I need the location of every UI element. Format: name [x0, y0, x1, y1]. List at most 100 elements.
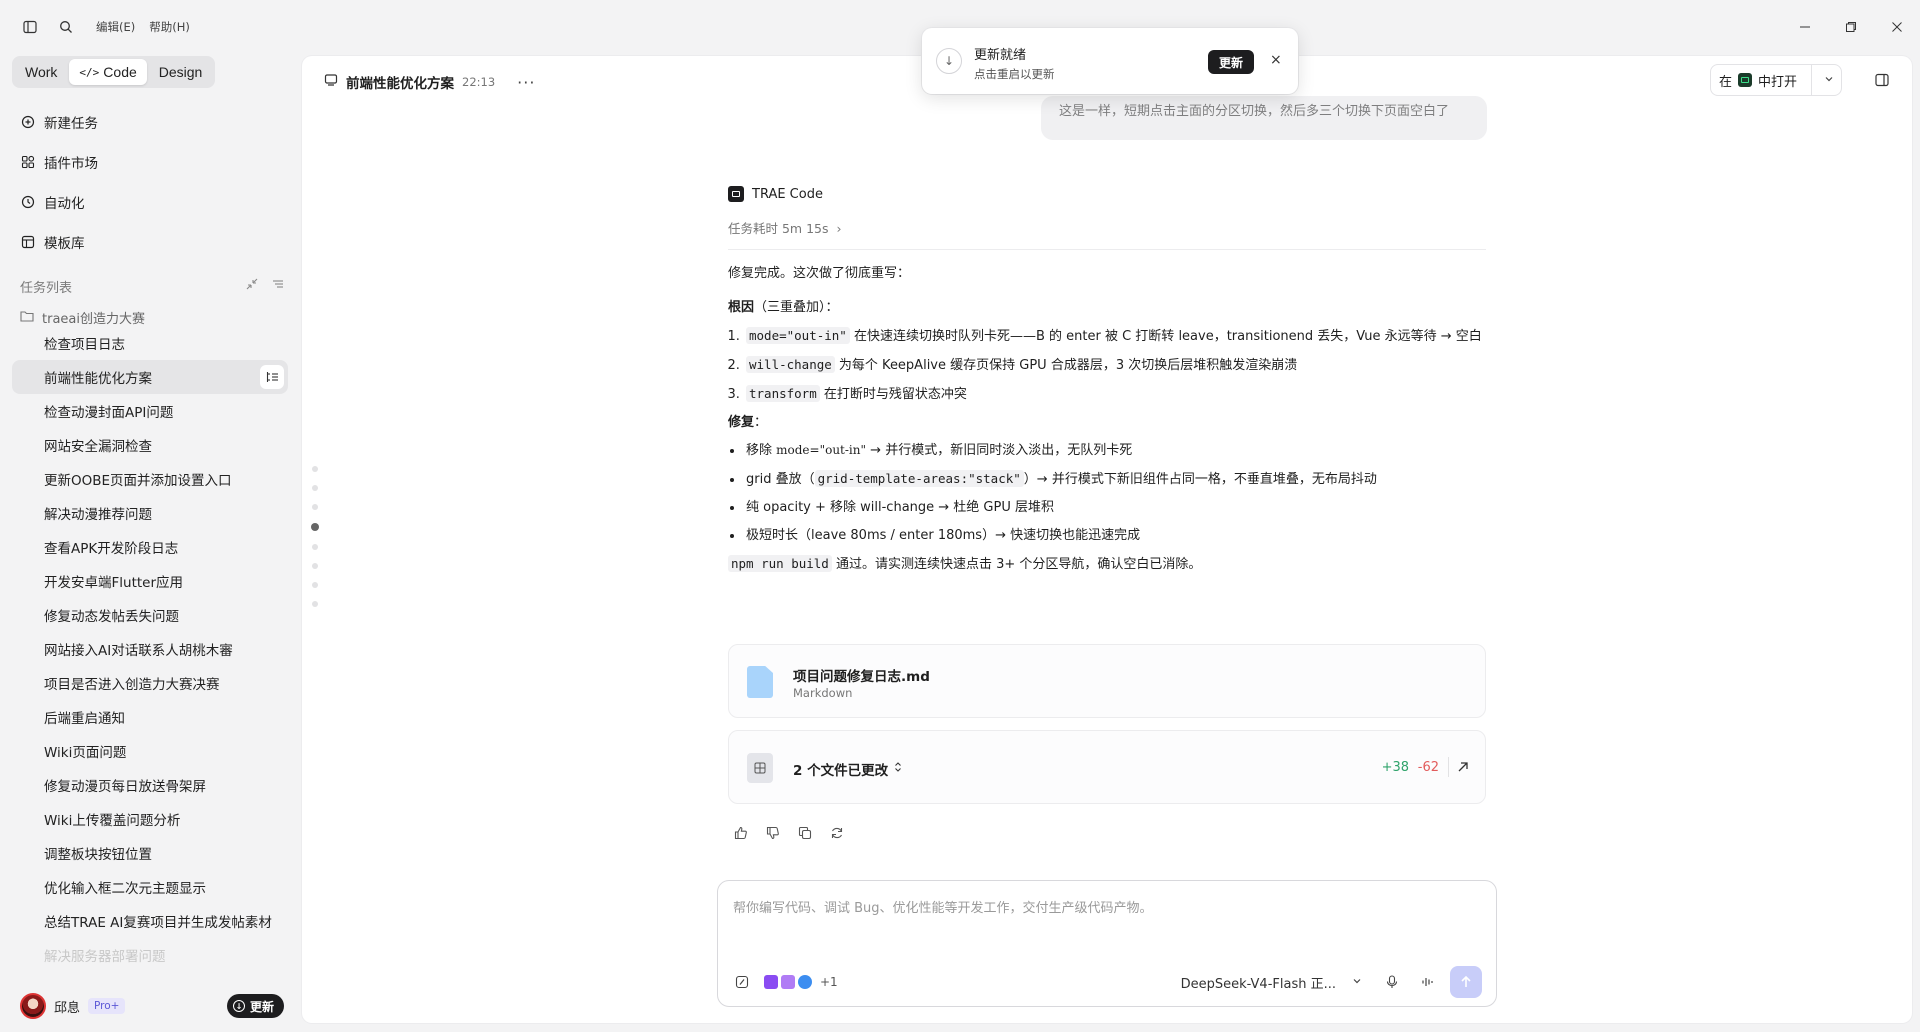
- sidebar-update-button[interactable]: ↓ 更新: [226, 994, 284, 1018]
- user-name: 邱息: [54, 1000, 81, 1016]
- fix-list: 移除 mode="out-in" → 并行模式，新旧同时淡入淡出，无队列卡死 g…: [728, 441, 1486, 545]
- task-item[interactable]: 优化输入框二次元主题显示: [12, 870, 288, 904]
- right-panel-toggle-icon[interactable]: [1872, 70, 1892, 90]
- send-button[interactable]: [1450, 966, 1482, 998]
- microphone-icon[interactable]: [1384, 974, 1400, 990]
- task-list-title: 任务列表: [20, 280, 73, 296]
- task-item[interactable]: 网站接入AI对话联系人胡桃木審: [12, 632, 288, 666]
- task-item[interactable]: Wiki页面问题: [12, 734, 288, 768]
- new-task-icon: [20, 114, 36, 130]
- task-item[interactable]: 调整板块按钮位置: [12, 836, 288, 870]
- changed-files-card[interactable]: 2 个文件已更改 +38 -62: [728, 730, 1486, 804]
- message-navigator[interactable]: [311, 466, 319, 607]
- changed-files-label[interactable]: 2 个文件已更改: [793, 759, 902, 779]
- extra-tools-count[interactable]: +1: [820, 975, 838, 989]
- sidebar-nav: 新建任务 插件市场 自动化 模板库: [12, 102, 288, 262]
- mode-tab-design[interactable]: Design: [149, 59, 213, 85]
- lines-added: +38: [1381, 760, 1409, 775]
- file-type: Markdown: [793, 686, 853, 700]
- task-item[interactable]: 检查项目日志: [12, 326, 288, 360]
- nav-plugin-market[interactable]: 插件市场: [12, 142, 288, 182]
- image-tool-icon: [781, 975, 795, 989]
- message-composer: +1 DeepSeek-V4-Flash 正...: [717, 880, 1497, 1007]
- more-options-icon[interactable]: ···: [517, 73, 535, 92]
- close-window-button[interactable]: [1874, 7, 1920, 47]
- task-item[interactable]: 网站安全漏洞检查: [12, 428, 288, 462]
- task-item[interactable]: Wiki上传覆盖问题分析: [12, 802, 288, 836]
- task-item[interactable]: 解决动漫推荐问题: [12, 496, 288, 530]
- prompt-input[interactable]: [733, 897, 1473, 937]
- task-item[interactable]: 修复动态发帖丢失问题: [12, 598, 288, 632]
- task-item[interactable]: 总结TRAE AI复赛项目并生成发帖素材: [12, 904, 288, 938]
- update-toast: ↓ 更新就绪 点击重启以更新 更新 ×: [922, 28, 1298, 94]
- list-item: 纯 opacity + 移除 will-change → 杜绝 GPU 层堆积: [744, 498, 1486, 517]
- task-item[interactable]: 更新OOBE页面并添加设置入口: [12, 462, 288, 496]
- task-duration[interactable]: 任务耗时 5m 15s ›: [728, 218, 1486, 250]
- mode-tab-code[interactable]: </> Code: [69, 59, 147, 85]
- menu-edit[interactable]: 编辑(E): [96, 19, 135, 35]
- nav-plugin-market-label: 插件市场: [44, 156, 98, 172]
- template-icon: [20, 234, 36, 250]
- task-item[interactable]: 检查动漫封面API问题: [12, 394, 288, 428]
- download-icon: ↓: [232, 1000, 245, 1012]
- task-outline-icon[interactable]: [260, 365, 284, 389]
- cause-heading: 根因（三重叠加）：: [728, 300, 839, 315]
- nav-new-task[interactable]: 新建任务: [12, 102, 288, 142]
- open-external-icon[interactable]: [1453, 757, 1473, 777]
- collapse-icon[interactable]: [246, 278, 258, 294]
- file-name: 项目问题修复日志.md: [793, 669, 930, 685]
- download-icon: ↓: [936, 48, 962, 74]
- mode-tab-work[interactable]: Work: [15, 59, 67, 85]
- composer-toolbar: +1 DeepSeek-V4-Flash 正...: [734, 966, 1482, 998]
- list-item: grid 叠放（grid-template-areas:"stack"）→ 并行…: [744, 469, 1486, 489]
- close-icon[interactable]: ×: [1270, 52, 1282, 68]
- plugin-market-icon: [20, 154, 36, 170]
- sidebar-toggle-icon[interactable]: [20, 17, 40, 37]
- task-item[interactable]: 项目是否进入创造力大赛决赛: [12, 666, 288, 700]
- restore-button[interactable]: [1828, 7, 1874, 47]
- assistant-message: TRAE Code 任务耗时 5m 15s › 修复完成。这次做了彻底重写： 根…: [728, 186, 1486, 575]
- task-item[interactable]: 修复动漫页每日放送骨架屏: [12, 768, 288, 802]
- model-selector[interactable]: DeepSeek-V4-Flash 正...: [1181, 973, 1362, 992]
- task-item[interactable]: 查看APK开发阶段日志: [12, 530, 288, 564]
- menu-help[interactable]: 帮助(H): [149, 19, 190, 35]
- thumbs-down-icon[interactable]: [766, 826, 780, 840]
- list-item: will-change 为每个 KeepAlive 缓存页保持 GPU 合成器层…: [744, 355, 1486, 375]
- list-item: mode="out-in" 在快速连续切换时队列卡死——B 的 enter 被 …: [744, 326, 1486, 346]
- chevron-down-icon[interactable]: [1824, 73, 1834, 88]
- file-attachment-card[interactable]: 项目问题修复日志.md Markdown: [728, 644, 1486, 718]
- task-item[interactable]: 解决服务器部署问题: [12, 938, 288, 972]
- avatar[interactable]: [20, 993, 46, 1019]
- toast-update-button[interactable]: 更新: [1208, 50, 1254, 74]
- voice-wave-icon[interactable]: [1420, 974, 1436, 990]
- nav-automation[interactable]: 自动化: [12, 182, 288, 222]
- task-folder[interactable]: traeai创造力大赛: [20, 308, 145, 327]
- folder-icon: [20, 310, 34, 326]
- open-in-button[interactable]: 在 中打开: [1710, 64, 1842, 96]
- list-item: 移除 mode="out-in" → 并行模式，新旧同时淡入淡出，无队列卡死: [744, 441, 1486, 460]
- intro-text: 修复完成。这次做了彻底重写：: [728, 266, 911, 281]
- task-item-active[interactable]: 前端性能优化方案: [12, 360, 288, 394]
- trae-code-icon: [728, 186, 744, 202]
- nav-automation-label: 自动化: [44, 196, 85, 212]
- pro-badge: Pro+: [88, 998, 126, 1014]
- list-item: transform 在打断时与残留状态冲突: [744, 384, 1486, 404]
- agent-name: TRAE Code: [752, 186, 823, 202]
- user-message-bubble: 这是一样，短期点击主面的分区切换，然后多三个切换下页面空白了: [1041, 96, 1487, 140]
- nav-templates[interactable]: 模板库: [12, 222, 288, 262]
- thumbs-up-icon[interactable]: [734, 826, 748, 840]
- task-item[interactable]: 开发安卓端Flutter应用: [12, 564, 288, 598]
- attached-tools[interactable]: [764, 975, 812, 989]
- message-actions: [734, 826, 844, 840]
- search-icon[interactable]: [56, 17, 76, 37]
- minimize-button[interactable]: [1782, 7, 1828, 47]
- ide-app-icon: [1738, 73, 1753, 87]
- conversation-title: 前端性能优化方案: [346, 76, 454, 92]
- task-item[interactable]: 后端重启通知: [12, 700, 288, 734]
- edit-mode-icon[interactable]: [734, 974, 750, 990]
- code-brackets-icon: </>: [79, 65, 100, 79]
- filter-icon[interactable]: [272, 278, 284, 294]
- copy-icon[interactable]: [798, 826, 812, 840]
- regenerate-icon[interactable]: [830, 826, 844, 840]
- task-list: 检查项目日志 前端性能优化方案 检查动漫封面API问题 网站安全漏洞检查 更新O…: [12, 326, 288, 1026]
